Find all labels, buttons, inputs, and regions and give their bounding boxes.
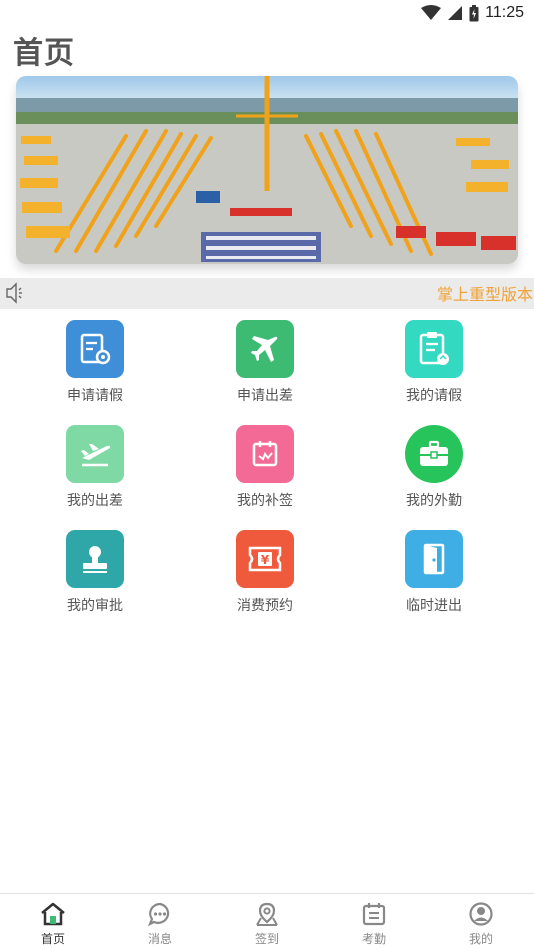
location-icon	[256, 902, 278, 926]
tab-label: 签到	[254, 932, 279, 946]
tab-home[interactable]: 首页	[23, 900, 83, 947]
clipboard-icon	[405, 320, 463, 378]
calendar-icon	[236, 425, 294, 483]
stamp-icon	[66, 530, 124, 588]
tab-label: 考勤	[361, 932, 386, 946]
grid-item-label: 我的补签	[237, 493, 293, 509]
banner-image	[16, 76, 518, 264]
profile-icon	[469, 902, 493, 926]
tab-label: 我的	[468, 932, 493, 946]
grid-item-label: 我的请假	[406, 388, 462, 404]
grid-item-label: 申请请假	[67, 388, 123, 404]
bottom-tab-bar: 首页 消息 签到 考勤 我的	[0, 893, 534, 950]
tab-label: 首页	[40, 932, 65, 946]
wifi-icon	[421, 5, 442, 20]
airplane-icon	[236, 320, 294, 378]
notice-text: 掌上重型版本	[437, 285, 534, 304]
grid-item-trip-request[interactable]: 申请出差	[205, 320, 325, 405]
speaker-icon	[6, 282, 22, 304]
grid-item-my-fieldwork[interactable]: 我的外勤	[374, 425, 494, 510]
signal-icon	[448, 6, 463, 20]
grid-item-label: 临时进出	[406, 598, 462, 614]
chat-icon	[147, 902, 170, 927]
attendance-icon	[362, 903, 386, 926]
grid-item-my-approval[interactable]: 我的审批	[35, 530, 155, 615]
door-icon	[405, 530, 463, 588]
tab-label: 消息	[147, 932, 172, 946]
briefcase-icon	[405, 425, 463, 483]
status-icons: 11:25	[421, 4, 524, 22]
grid-item-label: 我的外勤	[406, 493, 462, 509]
takeoff-icon	[66, 425, 124, 483]
tab-attendance[interactable]: 考勤	[344, 900, 404, 947]
ticket-icon: ¥	[236, 530, 294, 588]
svg-text:¥: ¥	[261, 553, 270, 567]
leave-request-icon	[66, 320, 124, 378]
page-title: 首页	[13, 36, 75, 71]
status-bar: 11:25	[0, 0, 534, 28]
tab-checkin[interactable]: 签到	[237, 900, 297, 947]
notice-bar[interactable]: 掌上重型版本	[0, 278, 534, 309]
tab-profile[interactable]: 我的	[451, 900, 511, 947]
grid-item-my-leave[interactable]: 我的请假	[374, 320, 494, 405]
banner-carousel[interactable]	[16, 76, 518, 264]
grid-item-consume-booking[interactable]: ¥ 消费预约	[205, 530, 325, 615]
grid-item-leave-request[interactable]: 申请请假	[35, 320, 155, 405]
grid-item-label: 我的审批	[67, 598, 123, 614]
home-icon	[41, 902, 65, 926]
tab-messages[interactable]: 消息	[130, 900, 190, 947]
grid-item-label: 我的出差	[67, 493, 123, 509]
grid-item-my-resign[interactable]: 我的补签	[205, 425, 325, 510]
grid-item-my-trip[interactable]: 我的出差	[35, 425, 155, 510]
grid-item-label: 消费预约	[237, 598, 293, 614]
grid-item-label: 申请出差	[237, 388, 293, 404]
battery-icon	[469, 4, 479, 21]
grid-item-temp-access[interactable]: 临时进出	[374, 530, 494, 615]
status-time: 11:25	[485, 4, 524, 21]
